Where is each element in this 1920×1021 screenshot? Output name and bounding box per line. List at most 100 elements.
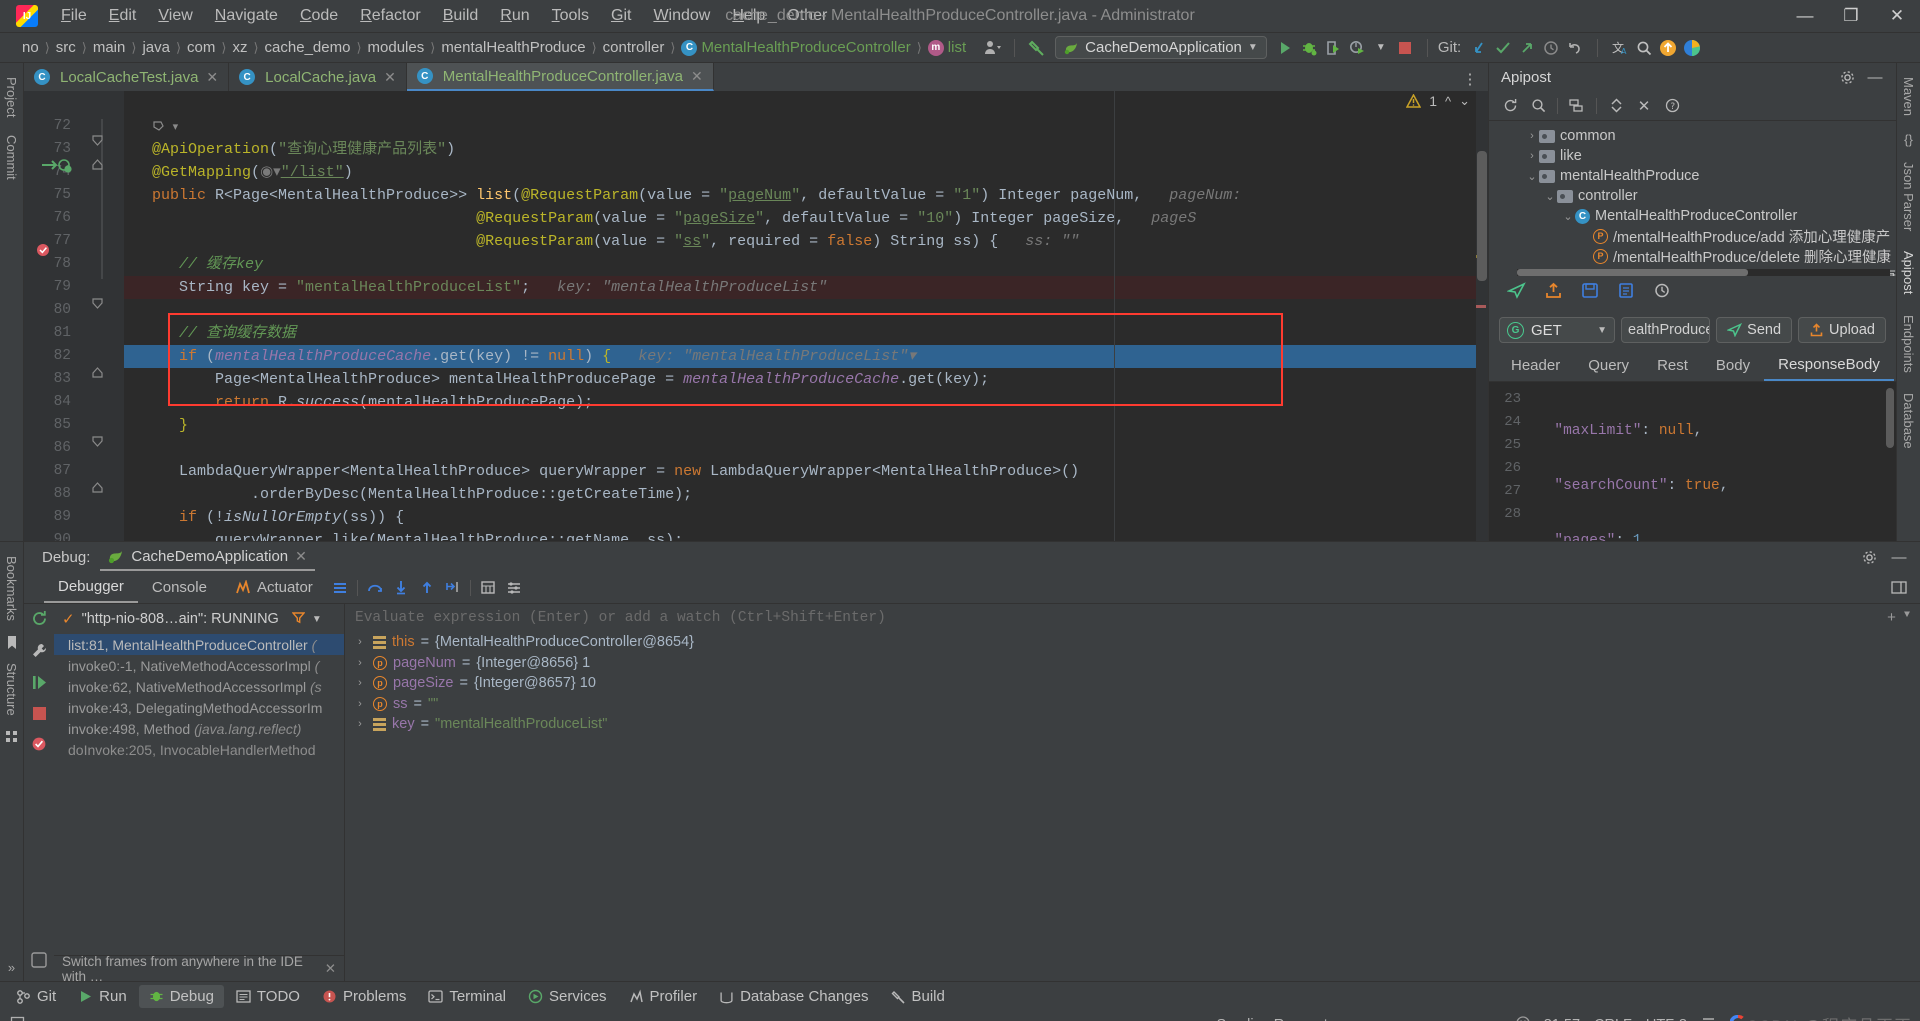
sidebar-item-maven[interactable]: Maven: [1899, 69, 1918, 124]
run-button[interactable]: [1273, 36, 1297, 60]
ide-icon[interactable]: [10, 1016, 25, 1021]
search-icon[interactable]: [1525, 94, 1551, 118]
history-icon[interactable]: [1653, 282, 1671, 304]
tab-responsebody[interactable]: ResponseBody: [1764, 350, 1894, 381]
translate-icon[interactable]: 文A: [1608, 36, 1632, 60]
gutter-markers[interactable]: [37, 91, 124, 541]
variable-row[interactable]: › p pageNum = {Integer@8656} 1: [345, 653, 1920, 674]
toolwindow-terminal[interactable]: Terminal: [418, 985, 516, 1008]
tab-debugger[interactable]: Debugger: [44, 572, 138, 603]
breadcrumb-class[interactable]: MentalHealthProduceController: [701, 39, 910, 56]
frame-row[interactable]: invoke0:-1, NativeMethodAccessorImpl (: [54, 655, 344, 676]
fold-expand-icon[interactable]: [92, 157, 103, 175]
export-icon[interactable]: [1544, 282, 1563, 304]
watch-dropdown-icon[interactable]: ▼: [1904, 610, 1910, 627]
close-icon[interactable]: ✕: [1631, 94, 1657, 118]
mute-icon[interactable]: [31, 952, 47, 973]
apipost-response-body[interactable]: 23 24 25 26 27 28 "maxLimit": null, "sea…: [1489, 382, 1896, 541]
toolwindow-profiler[interactable]: Profiler: [619, 985, 708, 1008]
variable-row[interactable]: › this = {MentalHealthProduceController@…: [345, 632, 1920, 653]
breakpoint-icon[interactable]: [36, 243, 50, 262]
code-editor[interactable]: 72 73 74 75 76 77 78 79 80 81 82 83 84 8…: [24, 91, 1488, 541]
tree-item-class-controller[interactable]: ⌄ C MentalHealthProduceController: [1489, 206, 1896, 226]
chevron-down-icon[interactable]: ⌄: [1543, 190, 1557, 203]
frame-row[interactable]: invoke:62, NativeMethodAccessorImpl (s: [54, 676, 344, 697]
chevron-right-icon[interactable]: ›: [353, 698, 367, 710]
frame-row[interactable]: doInvoke:205, InvocableHandlerMethod: [54, 739, 344, 760]
breadcrumb-method[interactable]: list: [948, 39, 966, 56]
run-with-coverage-button[interactable]: [1321, 36, 1345, 60]
run-to-cursor-icon[interactable]: [440, 576, 466, 600]
fold-expand-icon-2[interactable]: [92, 365, 103, 383]
tree-item-controller[interactable]: ⌄ controller: [1489, 186, 1896, 206]
user-avatar-icon[interactable]: [980, 36, 1004, 60]
stop-button[interactable]: [1393, 36, 1417, 60]
tree-horizontal-scrollbar[interactable]: [1517, 269, 1890, 276]
fold-collapse-icon[interactable]: [92, 133, 103, 151]
menu-window[interactable]: Window: [642, 3, 721, 29]
build-hammer-icon[interactable]: [1025, 36, 1049, 60]
tree-item-like[interactable]: › like: [1489, 146, 1896, 166]
tab-console[interactable]: Console: [138, 572, 221, 603]
settings-wrench-icon[interactable]: [31, 642, 48, 664]
profile-button[interactable]: [1345, 36, 1369, 60]
chevron-right-icon[interactable]: ›: [1525, 130, 1539, 142]
sidebar-item-commit[interactable]: Commit: [2, 127, 21, 188]
step-into-icon[interactable]: [388, 576, 414, 600]
hide-panel-icon[interactable]: —: [1862, 65, 1888, 89]
tab-localcache[interactable]: C LocalCache.java ✕: [229, 63, 407, 91]
chevron-right-icon[interactable]: ›: [353, 636, 367, 648]
menu-edit[interactable]: Edit: [98, 3, 148, 29]
debug-button[interactable]: [1297, 36, 1321, 60]
menu-code[interactable]: Code: [289, 3, 349, 29]
document-icon[interactable]: [1617, 282, 1635, 304]
layout-settings-icon[interactable]: [1886, 576, 1912, 600]
minimize-button[interactable]: —: [1782, 0, 1828, 33]
frame-row[interactable]: invoke:498, Method (java.lang.reflect): [54, 718, 344, 739]
fold-collapse-icon-3[interactable]: [92, 434, 103, 452]
breadcrumb-4[interactable]: com: [187, 39, 215, 56]
next-problem-icon[interactable]: ⌄: [1459, 93, 1470, 109]
refresh-icon[interactable]: [1497, 94, 1523, 118]
tab-header[interactable]: Header: [1497, 350, 1574, 381]
code-content[interactable]: new ▾ @ApiOperation("查询心理健康产品列表") @GetMa…: [124, 91, 1488, 541]
cancel-progress-icon[interactable]: [1516, 1016, 1530, 1021]
sidebar-item-project[interactable]: Project: [2, 69, 21, 125]
caret-position[interactable]: 81:57: [1544, 1017, 1580, 1021]
thread-selector[interactable]: ✓ "http-nio-808…ain": RUNNING ▼: [54, 604, 344, 634]
tab-rest[interactable]: Rest: [1643, 350, 1702, 381]
toolwindow-run[interactable]: Run: [68, 985, 137, 1008]
indent-icon[interactable]: [1701, 1016, 1716, 1021]
inspection-widget[interactable]: 1 ^ ⌄: [1406, 93, 1470, 109]
menu-tools[interactable]: Tools: [541, 3, 600, 29]
resume-program-icon[interactable]: [31, 674, 48, 696]
fold-collapse-icon-2[interactable]: [92, 296, 103, 314]
gear-icon[interactable]: [1834, 65, 1860, 89]
help-icon[interactable]: ?: [1659, 94, 1685, 118]
variable-row[interactable]: › p pageSize = {Integer@8657} 10: [345, 673, 1920, 694]
save-icon[interactable]: [1581, 282, 1599, 304]
debug-session-tab[interactable]: CacheDemoApplication ✕: [100, 544, 315, 571]
tree-item-mentalhealthproduce[interactable]: ⌄ mentalHealthProduce: [1489, 166, 1896, 186]
breadcrumb-5[interactable]: xz: [232, 39, 247, 56]
tree-item-common[interactable]: › common: [1489, 126, 1896, 146]
menu-view[interactable]: View: [147, 3, 203, 29]
expand-collapse-icon[interactable]: [1603, 94, 1629, 118]
tab-actuator[interactable]: Actuator: [221, 572, 327, 603]
gear-icon[interactable]: [1856, 545, 1882, 569]
toolwindow-database-changes[interactable]: Database Changes: [709, 985, 878, 1008]
toolwindow-todo[interactable]: TODO: [226, 985, 310, 1008]
tree-item-endpoint-delete[interactable]: P /mentalHealthProduce/delete 删除心理健康: [1489, 246, 1896, 266]
toolwindow-problems[interactable]: Problems: [312, 985, 416, 1008]
send-button[interactable]: Send: [1716, 317, 1793, 343]
breadcrumb-3[interactable]: java: [142, 39, 170, 56]
editor-scrollbar[interactable]: [1476, 91, 1488, 541]
step-out-icon[interactable]: [414, 576, 440, 600]
tab-body[interactable]: Body: [1702, 350, 1764, 381]
tab-query[interactable]: Query: [1574, 350, 1643, 381]
frame-row[interactable]: invoke:43, DelegatingMethodAccessorIm: [54, 697, 344, 718]
response-scrollbar[interactable]: [1886, 388, 1894, 448]
toolwindow-services[interactable]: Services: [518, 985, 617, 1008]
url-input[interactable]: ealthProduce/: [1621, 317, 1711, 343]
menu-file[interactable]: File: [50, 3, 98, 29]
